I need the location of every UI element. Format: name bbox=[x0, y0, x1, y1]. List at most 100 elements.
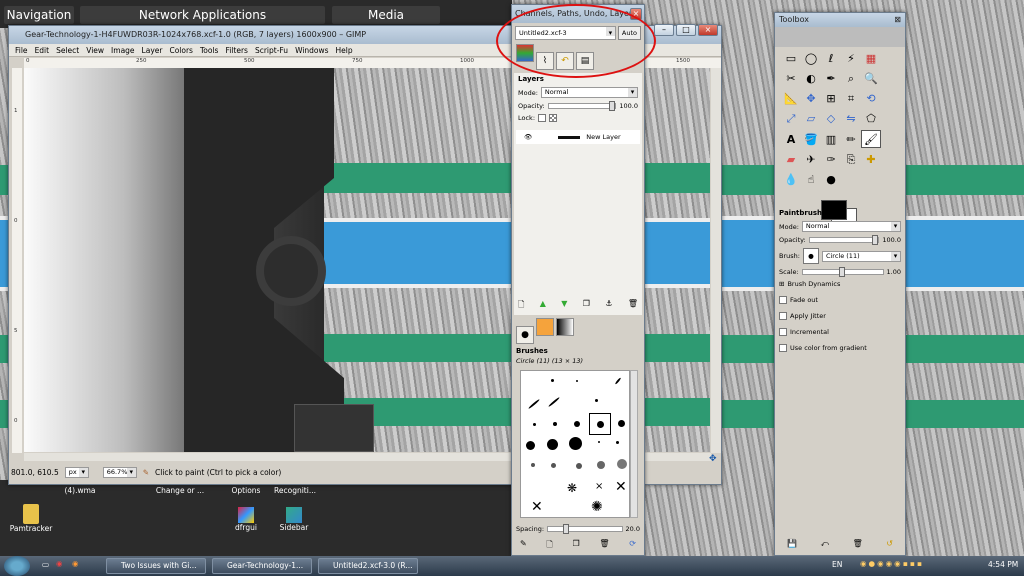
incremental-row[interactable]: Incremental bbox=[775, 322, 905, 338]
menu-edit[interactable]: Edit bbox=[35, 46, 50, 55]
brush-grid[interactable]: × ✕ ✕ ❋ ✺ bbox=[520, 370, 630, 518]
tab-navigation[interactable]: Navigation bbox=[4, 6, 74, 24]
foreground-select-icon[interactable]: ◐ bbox=[801, 70, 821, 88]
menu-windows[interactable]: Windows bbox=[295, 46, 328, 55]
restore-options-icon[interactable]: ⤺ bbox=[821, 539, 830, 549]
brush-item[interactable]: ✺ bbox=[591, 499, 603, 515]
brushes-tab-icon[interactable]: ● bbox=[516, 326, 534, 344]
brush-item[interactable] bbox=[616, 441, 619, 444]
gradient-row[interactable]: Use color from gradient bbox=[775, 338, 905, 354]
zoom-icon[interactable]: 🔍 bbox=[861, 70, 881, 88]
move-icon[interactable]: ✥ bbox=[801, 90, 821, 108]
delete-layer-icon[interactable]: 🗑 bbox=[628, 299, 638, 313]
layer-row[interactable]: 👁 New Layer bbox=[516, 130, 640, 144]
tool-mode-select[interactable]: Normal bbox=[801, 221, 901, 232]
layer-name[interactable]: New Layer bbox=[586, 133, 620, 141]
blur-icon[interactable]: 💧 bbox=[781, 171, 801, 189]
taskbar-button-gimp-image[interactable]: Gear-Technology-1... bbox=[212, 558, 312, 574]
brush-preview[interactable]: ● bbox=[802, 248, 819, 264]
brush-item[interactable] bbox=[598, 441, 600, 443]
gradient-checkbox[interactable] bbox=[779, 344, 787, 352]
opacity-value[interactable]: 100.0 bbox=[619, 102, 638, 110]
bucket-fill-icon[interactable]: 🪣 bbox=[801, 131, 821, 149]
taskbar-button-gimp-untitled[interactable]: Untitled2.xcf-3.0 (R... bbox=[318, 558, 418, 574]
toolbox-close-icon[interactable]: ⊠ bbox=[894, 13, 901, 27]
eraser-icon[interactable]: ▰ bbox=[781, 151, 801, 169]
scrollbar-vertical[interactable] bbox=[711, 68, 721, 453]
eye-icon[interactable]: 👁 bbox=[524, 133, 532, 141]
heal-icon[interactable]: ✚ bbox=[861, 151, 881, 169]
brush-item[interactable] bbox=[547, 396, 561, 408]
toolbox-titlebar[interactable]: Toolbox ⊠ bbox=[775, 13, 905, 27]
show-desktop-icon[interactable]: ▭ bbox=[42, 560, 49, 569]
menu-image[interactable]: Image bbox=[111, 46, 135, 55]
brush-dynamics-row[interactable]: ⊞ Brush Dynamics bbox=[775, 278, 905, 290]
flip-icon[interactable]: ⇋ bbox=[841, 110, 861, 128]
scissors-icon[interactable]: ✂ bbox=[781, 70, 801, 88]
zoom-select[interactable]: 66.7% bbox=[102, 466, 137, 478]
selected-brush[interactable] bbox=[589, 413, 611, 435]
blend-icon[interactable]: ▥ bbox=[821, 131, 841, 149]
clock[interactable]: 4:54 PM bbox=[988, 560, 1018, 569]
refresh-icon[interactable]: ⟳ bbox=[629, 539, 636, 553]
navigate-icon[interactable]: ✥ bbox=[709, 454, 717, 464]
delete-brush-icon[interactable]: 🗑 bbox=[599, 539, 609, 553]
close-button[interactable]: × bbox=[698, 24, 718, 36]
tool-scale-slider[interactable] bbox=[801, 267, 884, 277]
brush-item[interactable] bbox=[574, 421, 580, 427]
brush-item[interactable] bbox=[595, 399, 598, 402]
menu-select[interactable]: Select bbox=[56, 46, 79, 55]
duplicate-brush-icon[interactable]: ❐ bbox=[573, 539, 580, 553]
tool-opacity-slider[interactable] bbox=[808, 235, 880, 245]
brush-item[interactable] bbox=[597, 461, 605, 469]
spacing-slider[interactable] bbox=[547, 524, 623, 534]
tab-media[interactable]: Media bbox=[332, 6, 440, 24]
desktop-icon-options[interactable]: Options bbox=[226, 486, 266, 495]
pencil-icon[interactable]: ✏ bbox=[841, 131, 861, 149]
incremental-checkbox[interactable] bbox=[779, 328, 787, 336]
brush-item[interactable] bbox=[553, 422, 557, 426]
unit-select[interactable]: px bbox=[64, 466, 89, 478]
brush-item[interactable] bbox=[531, 463, 535, 467]
dodge-burn-icon[interactable]: ● bbox=[821, 171, 841, 189]
menu-tools[interactable]: Tools bbox=[200, 46, 218, 55]
rotate-icon[interactable]: ⟲ bbox=[861, 90, 881, 108]
brush-grid-scrollbar[interactable] bbox=[630, 370, 638, 518]
paths-icon[interactable]: ✒ bbox=[821, 70, 841, 88]
reset-options-icon[interactable]: ↺ bbox=[886, 539, 893, 549]
spacing-value[interactable]: 20.0 bbox=[626, 525, 640, 533]
brush-item[interactable]: ✕ bbox=[615, 479, 627, 495]
desktop-icon-recognition[interactable]: Recogniti... bbox=[270, 486, 320, 495]
start-button[interactable] bbox=[4, 556, 30, 576]
align-icon[interactable]: ⊞ bbox=[821, 90, 841, 108]
free-select-icon[interactable]: ℓ bbox=[821, 50, 841, 68]
measure-icon[interactable]: 📐 bbox=[781, 90, 801, 108]
tool-brush-select[interactable]: Circle (11) bbox=[821, 250, 901, 262]
menu-help[interactable]: Help bbox=[336, 46, 353, 55]
brush-item[interactable] bbox=[551, 463, 556, 468]
gradients-tab-icon[interactable] bbox=[556, 318, 574, 336]
taskbar-button-firefox[interactable]: Two Issues with Gi... bbox=[106, 558, 206, 574]
text-icon[interactable]: A bbox=[781, 131, 801, 149]
apply-jitter-checkbox[interactable] bbox=[779, 312, 787, 320]
fade-out-checkbox[interactable] bbox=[779, 296, 787, 304]
menu-view[interactable]: View bbox=[86, 46, 104, 55]
edit-brush-icon[interactable]: ✎ bbox=[520, 539, 527, 553]
fade-out-row[interactable]: Fade out bbox=[775, 290, 905, 306]
patterns-tab-icon[interactable] bbox=[536, 318, 554, 336]
new-layer-icon[interactable]: 🗋 bbox=[518, 299, 524, 313]
brush-item[interactable] bbox=[527, 398, 541, 410]
brush-item[interactable] bbox=[533, 423, 536, 426]
menu-script-fu[interactable]: Script-Fu bbox=[255, 46, 288, 55]
maximize-button[interactable]: □ bbox=[676, 24, 696, 36]
brush-item[interactable]: ❋ bbox=[567, 481, 577, 495]
menu-file[interactable]: File bbox=[15, 46, 28, 55]
brush-item[interactable]: ✕ bbox=[531, 499, 543, 515]
menu-layer[interactable]: Layer bbox=[142, 46, 163, 55]
chrome-icon[interactable]: ◉ bbox=[56, 559, 63, 568]
layer-mode-select[interactable]: Normal bbox=[540, 87, 638, 98]
save-options-icon[interactable]: 💾 bbox=[787, 539, 797, 549]
desktop-icon-change[interactable]: Change or ... bbox=[150, 486, 210, 495]
perspective-icon[interactable]: ◇ bbox=[821, 110, 841, 128]
ellipse-select-icon[interactable]: ◯ bbox=[801, 50, 821, 68]
